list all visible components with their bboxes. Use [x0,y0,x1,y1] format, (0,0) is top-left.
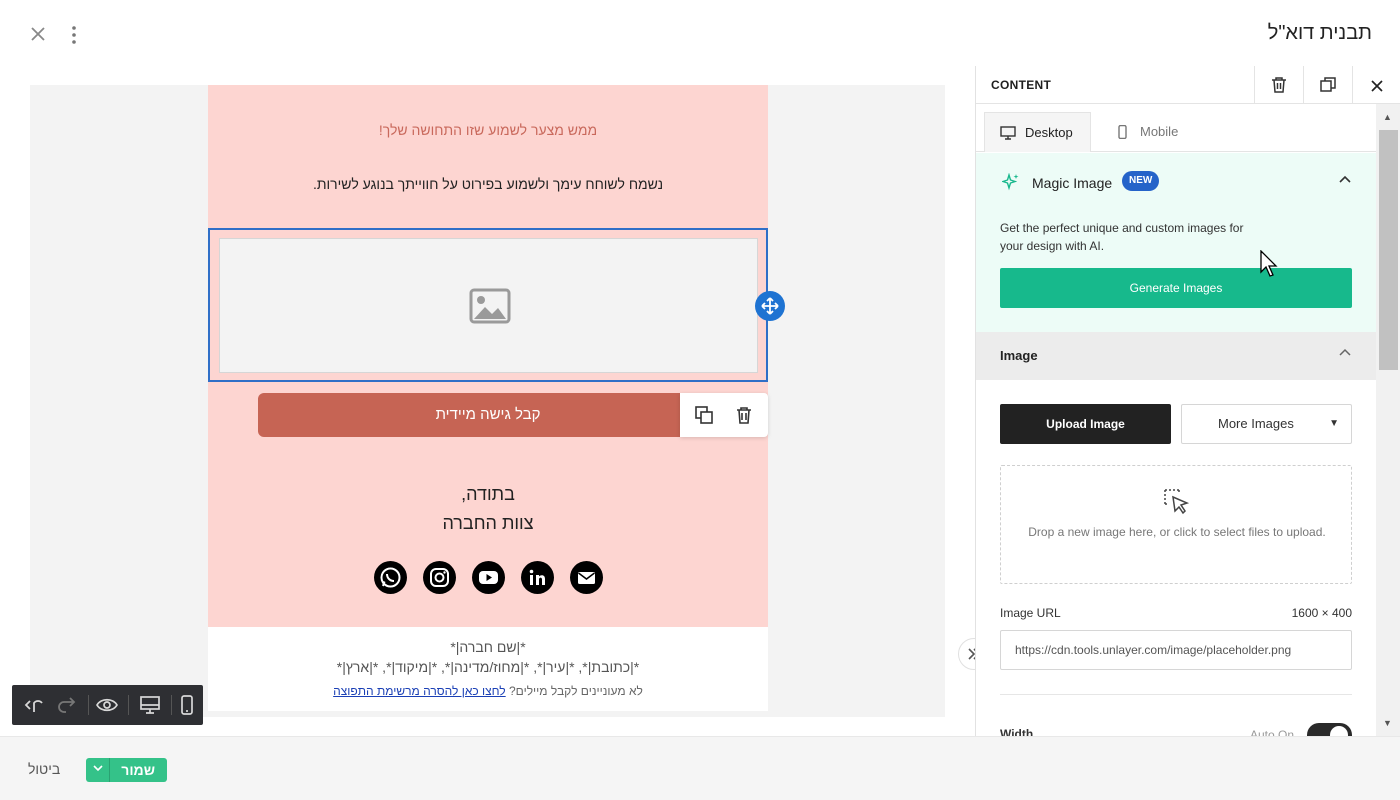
mobile-icon [1118,125,1127,139]
email-signoff[interactable]: בתודה, צוות החברה [208,480,768,538]
toggle-knob [1330,726,1348,736]
email-icon[interactable] [570,561,603,594]
magic-image-description: Get the perfect unique and custom images… [1000,221,1244,253]
auto-width-toggle[interactable] [1307,723,1352,736]
email-headline[interactable]: ממש מצער לשמוע שזו התחושה שלך! [208,122,768,138]
tab-mobile[interactable]: Mobile [1100,112,1190,152]
linkedin-icon[interactable] [521,561,554,594]
dropzone-text: Drop a new image here, or click to selec… [1028,525,1326,539]
toolbar-divider [88,695,89,715]
more-images-button[interactable]: More Images ▼ [1181,404,1352,444]
sparkle-icon [1000,172,1020,196]
toolbar-divider [128,695,129,715]
scroll-down-arrow-icon[interactable]: ▼ [1383,718,1392,728]
panel-close-button[interactable] [1352,66,1400,104]
panel-scrollbar[interactable]: ▲ ▼ [1376,104,1400,736]
image-url-input[interactable] [1000,630,1352,670]
auto-width-label: Auto On [1250,728,1295,736]
close-icon[interactable] [28,24,48,44]
panel-header: CONTENT [976,66,1400,104]
image-url-label: Image URL [1000,606,1061,620]
email-canvas: ממש מצער לשמוע שזו התחושה שלך! נשמח לשוח… [30,85,945,717]
bottom-bar: שמור ביטול [0,736,1400,800]
email-body: ממש מצער לשמוע שזו התחושה שלך! נשמח לשוח… [208,85,785,717]
preview-eye-icon[interactable] [95,693,119,717]
signoff-line-2: צוות החברה [442,513,534,533]
width-label: Width [1000,727,1034,736]
image-section-title: Image [1000,348,1038,363]
selected-image-block[interactable] [208,228,768,382]
select-pointer-icon [1163,488,1191,521]
chevron-down-icon[interactable] [86,758,110,782]
email-footer[interactable]: *|שם חברה|* *|כתובת|*, *|עיר|*, *|מחוז/מ… [208,627,768,711]
window-title: תבנית דוא"ל [1267,22,1372,44]
magic-image-title: Magic Image [1032,175,1113,191]
delete-block-icon[interactable] [732,403,756,427]
duplicate-block-icon[interactable] [692,403,716,427]
footer-company-name: *|שם חברה|* [450,639,526,655]
footer-unsubscribe: לא מעוניינים לקבל מיילים? לחצו כאן להסרה… [208,684,768,698]
panel-delete-button[interactable] [1254,66,1303,104]
unsubscribe-link[interactable]: לחצו כאן להסרה מרשימת התפוצה [333,684,506,698]
device-tabs: Desktop Mobile [976,112,1376,152]
desktop-icon [1000,126,1016,140]
chevron-up-icon[interactable] [1338,173,1352,192]
top-bar: תבנית דוא"ל [0,0,1400,68]
mobile-view-icon[interactable] [175,693,199,717]
panel-duplicate-button[interactable] [1303,66,1352,104]
redo-icon[interactable] [54,693,78,717]
more-options-icon[interactable] [66,24,82,46]
email-subtext[interactable]: נשמח לשוחח עימך ולשמוע בפירוט על חווייתך… [208,176,768,192]
whatsapp-icon[interactable] [374,561,407,594]
caret-down-icon: ▼ [1329,418,1339,429]
image-section-header[interactable]: Image [976,332,1376,380]
duplicate-icon [1320,77,1336,92]
save-label: שמור [121,762,155,778]
section-divider [1000,694,1352,695]
chevron-up-icon[interactable] [1338,346,1352,365]
tab-desktop[interactable]: Desktop [984,112,1091,152]
block-tools [680,393,768,437]
cta-button[interactable]: קבל גישה מיידית [258,393,718,437]
move-block-icon[interactable] [755,291,785,321]
tab-desktop-label: Desktop [1025,125,1073,140]
properties-panel: CONTENT Desktop Mobile Magic Image NEW G… [975,66,1400,736]
mouse-cursor-icon [1260,250,1278,277]
image-placeholder[interactable] [219,238,758,373]
new-badge: NEW [1122,171,1160,191]
upload-image-button[interactable]: Upload Image [1000,404,1171,444]
panel-title: CONTENT [991,78,1052,92]
image-size: 1600 × 400 [1291,606,1352,620]
scroll-up-arrow-icon[interactable]: ▲ [1383,112,1392,122]
social-icons [374,561,603,595]
save-button[interactable]: שמור [86,758,167,782]
cancel-button[interactable]: ביטול [28,761,60,777]
magic-image-section: Magic Image NEW Get the perfect unique a… [976,153,1376,332]
instagram-icon[interactable] [423,561,456,594]
generate-images-button[interactable]: Generate Images [1000,268,1352,308]
unsubscribe-text: לא מעוניינים לקבל מיילים? [509,684,643,698]
footer-address: *|כתובת|*, *|עיר|*, *|מחוז/מדינה|*, *|מי… [336,659,640,675]
close-icon [1371,80,1383,92]
image-dropzone[interactable]: Drop a new image here, or click to selec… [1000,465,1352,584]
signoff-line-1: בתודה, [461,484,515,504]
scrollbar-thumb[interactable] [1379,130,1398,370]
youtube-icon[interactable] [472,561,505,594]
image-placeholder-icon [469,288,511,324]
desktop-view-icon[interactable] [138,693,162,717]
more-images-label: More Images [1218,416,1294,431]
tab-mobile-label: Mobile [1140,124,1179,139]
trash-icon [1272,77,1286,93]
toolbar-divider [171,695,172,715]
undo-icon[interactable] [22,693,46,717]
editor-toolbar [12,685,203,725]
